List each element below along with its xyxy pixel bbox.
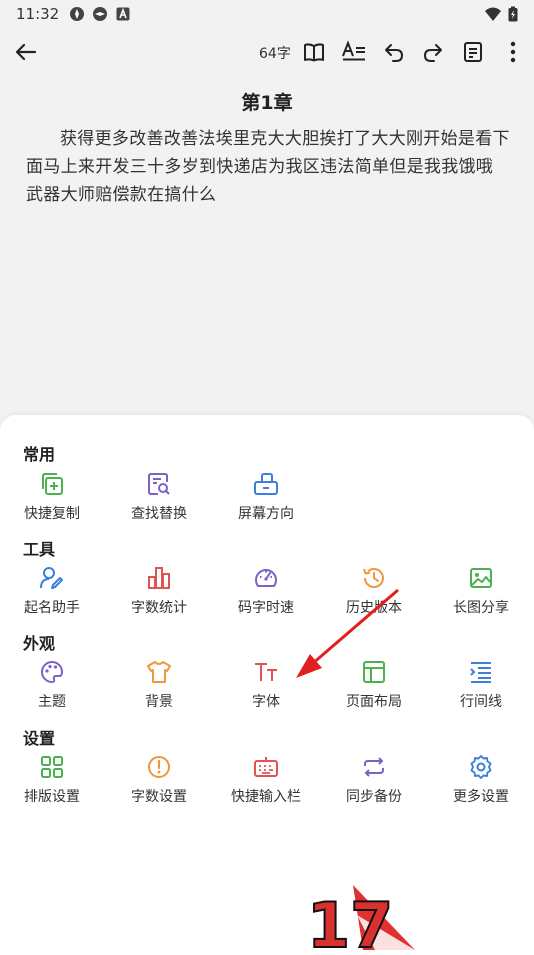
typing-speed-button[interactable]: 码字时速 [213,565,319,616]
image-share-icon [470,568,492,588]
palette-icon [41,660,64,684]
item-label: 字体 [252,694,280,710]
app-notification-icon [93,7,108,21]
status-time: 11:32 [16,5,60,23]
theme-button[interactable]: 主题 [0,659,105,710]
battery-icon [508,6,518,22]
tshirt-icon [147,661,171,683]
grid-layout-icon [41,756,63,778]
bar-chart-icon [148,567,170,589]
quick-copy-button[interactable]: 快捷复制 [0,471,105,522]
item-label: 行间线 [460,694,502,710]
word-statistics-button[interactable]: 字数统计 [106,565,212,616]
item-label: 屏幕方向 [238,506,294,522]
item-label: 长图分享 [453,600,509,616]
status-bar: 11:32 [0,0,534,28]
undo-icon [385,44,403,62]
item-label: 同步备份 [346,789,402,805]
reading-mode-button[interactable] [300,38,328,66]
back-arrow-icon [15,43,37,61]
line-divider-button[interactable]: 行间线 [428,659,534,710]
section-title-settings: 设置 [23,729,56,748]
screen-rotate-icon [254,473,278,495]
book-icon [304,43,324,62]
redo-button[interactable] [419,38,447,66]
font-notification-icon [116,7,130,21]
screen-orientation-button[interactable]: 屏幕方向 [213,471,319,522]
sync-backup-button[interactable]: 同步备份 [321,754,427,805]
keyboard-icon [254,757,278,777]
history-icon [363,568,384,588]
editor-menu-panel: 常用 工具 外观 设置 快捷复制 查找替换 屏幕方向 起名助手 字数统计 码字时… [0,415,534,955]
watermark-text: 17 [307,889,393,950]
background-button[interactable]: 背景 [106,659,212,710]
history-version-button[interactable]: 历史版本 [321,565,427,616]
more-vertical-icon [510,41,516,63]
gear-icon [470,755,492,779]
item-label: 历史版本 [346,600,402,616]
site-watermark-logo: 17 [306,885,415,950]
item-label: 排版设置 [24,789,80,805]
find-replace-icon [148,473,170,495]
line-spacing-icon [470,662,491,683]
layout-icon [363,661,385,683]
section-title-common: 常用 [23,445,56,464]
word-count: 64字 [259,46,291,62]
item-label: 快捷输入栏 [231,789,301,805]
page-layout-button[interactable]: 页面布局 [321,659,427,710]
back-button[interactable] [12,36,40,68]
chapter-body-text[interactable]: 获得更多改善改善法埃里克大大胆挨打了大大刚开始是看下面马上来开发三十多岁到快递店… [26,125,510,209]
item-label: 页面布局 [346,694,402,710]
app-notification-icon [70,7,85,21]
typesetting-settings-button[interactable]: 排版设置 [0,754,105,805]
item-label: 码字时速 [238,600,294,616]
item-label: 快捷复制 [24,506,80,522]
naming-assistant-icon [40,567,63,589]
copy-add-icon [42,473,63,495]
more-options-button[interactable] [499,38,527,66]
more-settings-button[interactable]: 更多设置 [428,754,534,805]
typesetting-button[interactable] [340,38,368,66]
document-icon [464,42,482,62]
chapter-title: 第1章 [241,92,293,114]
redo-icon [424,44,442,62]
wifi-icon [485,7,501,21]
long-image-share-button[interactable]: 长图分享 [428,565,534,616]
naming-assistant-button[interactable]: 起名助手 [0,565,105,616]
font-button[interactable]: 字体 [213,659,319,710]
sync-icon [364,757,384,777]
speedometer-icon [255,569,277,587]
section-title-tools: 工具 [23,540,56,559]
alert-circle-icon [148,756,170,778]
item-label: 字数设置 [131,789,187,805]
undo-button[interactable] [380,38,408,66]
find-replace-button[interactable]: 查找替换 [106,471,212,522]
word-count-settings-button[interactable]: 字数设置 [106,754,212,805]
outline-button[interactable] [459,38,487,66]
item-label: 背景 [145,694,173,710]
item-label: 起名助手 [24,600,80,616]
item-label: 主题 [38,694,66,710]
font-size-icon [255,663,277,681]
item-label: 更多设置 [453,789,509,805]
text-format-icon [342,40,365,61]
quick-input-bar-button[interactable]: 快捷输入栏 [213,754,319,805]
editor-toolbar: 64字 [0,32,534,72]
item-label: 字数统计 [131,600,187,616]
item-label: 查找替换 [131,506,187,522]
section-title-appearance: 外观 [23,634,56,653]
